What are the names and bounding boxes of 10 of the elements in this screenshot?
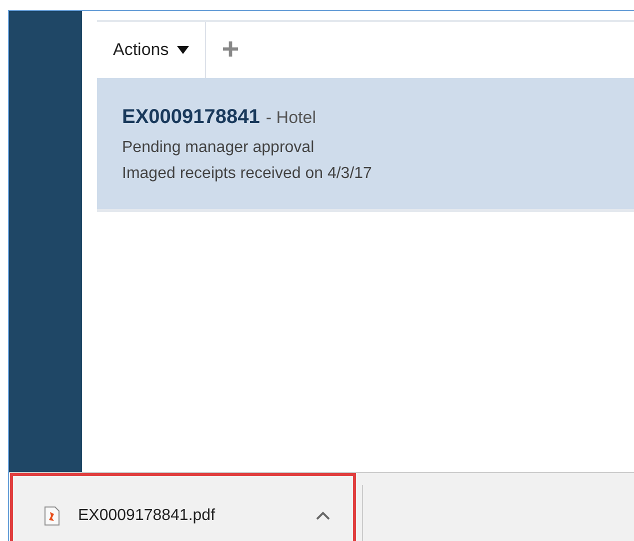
expense-status: Pending manager approval	[122, 138, 316, 158]
pdf-file-icon	[44, 506, 60, 526]
expense-card[interactable]: EX0009178841 - Hotel Pending manager approval Imaged receipts received on 4/3/17	[97, 78, 634, 212]
download-filename: EX0009178841.pdf	[78, 507, 216, 525]
chevron-up-icon[interactable]	[315, 511, 331, 521]
caret-icon	[176, 46, 189, 54]
expense-type: - Hotel	[266, 108, 316, 128]
expense-id: EX0009178841	[122, 106, 260, 129]
expense-note: Imaged receipts received on 4/3/17	[122, 164, 373, 184]
download-item[interactable]: EX0009178841.pdf	[10, 473, 356, 541]
